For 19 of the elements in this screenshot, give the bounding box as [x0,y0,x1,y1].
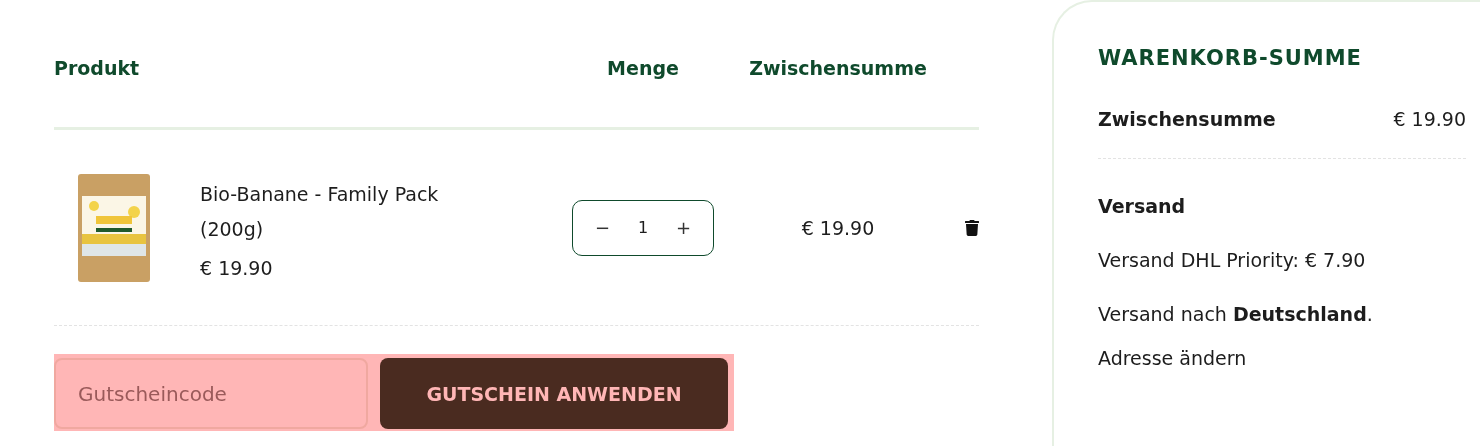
shipping-option: Versand DHL Priority: € 7.90 [1098,249,1466,271]
shipping-destination: Versand nach Deutschland. [1098,303,1374,325]
apply-coupon-button[interactable]: GUTSCHEIN ANWENDEN [380,358,728,429]
shipping-label: Versand [1098,195,1187,217]
column-header: Menge [607,56,679,79]
quantity-value: 1 [637,218,649,237]
subtotal-label: Zwischensumme [1098,108,1276,130]
line-subtotal: € 19.90 [801,216,875,239]
product-name: Bio-Banane - Family Pack (200g) [200,181,440,242]
column-header: Produkt [54,56,140,79]
delete-icon[interactable] [965,219,979,236]
totals-title: WARENKORB-SUMME [1098,46,1363,70]
change-address-link[interactable]: Adresse ändern [1098,347,1466,369]
column-header: Zwischensumme [749,56,927,79]
subtotal-value: € 19.90 [1393,108,1466,130]
increment-button[interactable]: + [671,217,695,238]
product-price: € 19.90 [200,256,274,279]
decrement-button[interactable]: − [591,217,615,238]
coupon-field[interactable]: Gutscheincode [54,358,368,429]
